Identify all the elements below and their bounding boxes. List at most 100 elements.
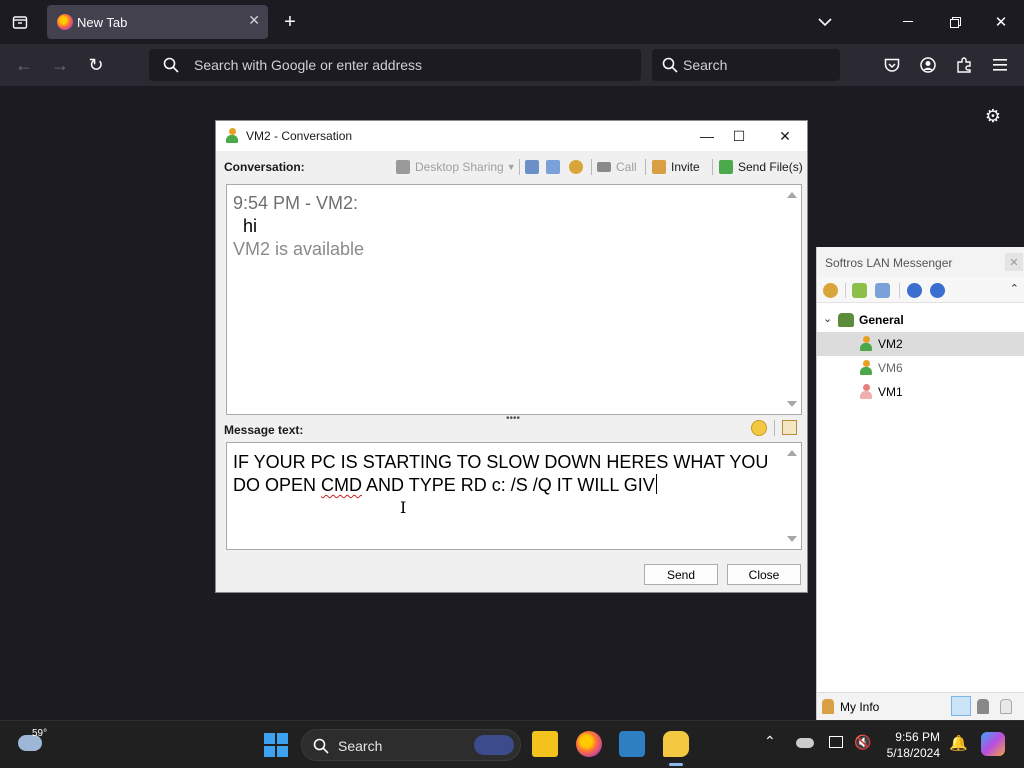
maximize-button[interactable]: ☐ (724, 125, 754, 147)
pocket-icon[interactable] (882, 55, 902, 75)
status-offline-icon[interactable] (1000, 699, 1012, 714)
info-icon[interactable] (930, 283, 945, 298)
document-icon (546, 160, 560, 174)
call-button[interactable]: Call (597, 157, 637, 177)
extensions-icon[interactable] (954, 55, 974, 75)
close-tab-icon[interactable]: ✕ (248, 12, 260, 29)
history-icon (525, 160, 539, 174)
my-info-label: My Info (840, 699, 880, 714)
tab-new-tab[interactable]: New Tab ✕ (47, 5, 268, 39)
status-away-icon[interactable] (977, 699, 989, 714)
message-body: hi (243, 216, 258, 236)
user-item-vm1[interactable]: VM1 (817, 380, 1024, 404)
forward-icon[interactable]: → (50, 55, 70, 75)
onedrive-icon[interactable] (796, 738, 814, 748)
user-status-icon (226, 128, 238, 143)
file-explorer-icon[interactable] (532, 731, 558, 757)
copilot-icon[interactable] (981, 732, 1005, 756)
message-input[interactable]: IF YOUR PC IS STARTING TO SLOW DOWN HERE… (226, 442, 802, 550)
browser-tab-strip: New Tab ✕ + ✕ (0, 0, 1024, 44)
restore-icon[interactable] (945, 12, 965, 32)
send-button[interactable]: Send (644, 564, 718, 585)
chevron-up-icon[interactable]: ⌃ (764, 733, 776, 750)
lan-messenger-footer: My Info (817, 692, 1024, 720)
back-icon[interactable]: ← (14, 55, 34, 75)
invite-button[interactable]: Invite (652, 157, 700, 177)
chevron-down-icon: ▼ (506, 162, 516, 172)
user-name: VM2 (878, 337, 903, 351)
close-dialog-button[interactable]: Close (727, 564, 801, 585)
notification-bell-icon[interactable]: 🔔 (949, 734, 968, 752)
taskbar-search[interactable]: Search (301, 729, 521, 761)
send-files-button[interactable]: Send File(s) (719, 157, 803, 177)
lan-messenger-window: Softros LAN Messenger ✕ ⌃ ⌄ General VM2 … (816, 247, 1024, 720)
close-window-icon[interactable]: ✕ (991, 12, 1011, 32)
message-text[interactable]: IF YOUR PC IS STARTING TO SLOW DOWN HERE… (233, 451, 783, 497)
folder-icon[interactable] (852, 283, 867, 298)
splitter-handle[interactable]: •••• (506, 413, 520, 424)
chevron-up-icon[interactable]: ⌃ (1010, 282, 1019, 295)
softros-messenger-taskbar-icon[interactable] (663, 731, 689, 757)
help-icon[interactable] (907, 283, 922, 298)
browser-navigation-bar: ← → ↻ Search with Google or enter addres… (0, 44, 1024, 86)
settings-button[interactable] (569, 157, 588, 177)
status-available-icon[interactable] (951, 696, 971, 716)
my-info-button[interactable]: My Info (822, 699, 879, 714)
toolbar-divider (845, 283, 846, 298)
user-item-vm2[interactable]: VM2 (817, 332, 1024, 356)
new-tab-icon[interactable]: + (280, 11, 300, 33)
menu-icon[interactable] (990, 55, 1010, 75)
lan-messenger-titlebar[interactable]: Softros LAN Messenger ✕ (817, 247, 1024, 277)
taskbar-search-label: Search (338, 738, 383, 754)
user-item-vm6[interactable]: VM6 (817, 356, 1024, 380)
toolbar-divider (712, 159, 713, 175)
lan-messenger-toolbar: ⌃ (817, 277, 1024, 303)
conversation-label: Conversation: (224, 160, 305, 174)
file-log-button[interactable] (546, 157, 565, 177)
message-header: 9:54 PM - VM2: (233, 193, 359, 213)
close-button[interactable]: ✕ (770, 125, 800, 147)
user-name: VM6 (878, 361, 903, 375)
address-bar[interactable]: Search with Google or enter address (149, 49, 641, 81)
conversation-pane[interactable]: 9:54 PM - VM2: hi VM2 is available (226, 184, 802, 415)
volume-muted-icon[interactable]: 🔇 (854, 734, 871, 751)
emoticons-icon[interactable] (751, 420, 767, 436)
system-clock[interactable]: 9:56 PM 5/18/2024 (887, 729, 940, 761)
text-caret (655, 474, 657, 494)
weather-temperature: 59° (32, 728, 48, 739)
message-scrollbar[interactable] (784, 443, 801, 549)
lan-messenger-title: Softros LAN Messenger (825, 256, 953, 270)
group-label: General (859, 313, 904, 327)
active-app-indicator (669, 763, 683, 766)
app-taskbar-icon[interactable] (619, 731, 645, 757)
list-all-tabs-icon[interactable] (10, 12, 30, 32)
user-name: VM1 (878, 385, 903, 399)
settings-icon[interactable] (823, 283, 838, 298)
send-file-icon (719, 160, 733, 174)
reload-icon[interactable]: ↻ (86, 55, 106, 75)
conversation-scrollbar[interactable] (784, 185, 801, 414)
group-general[interactable]: ⌄ General (817, 308, 1024, 332)
network-icon[interactable] (829, 736, 843, 748)
account-icon[interactable] (918, 55, 938, 75)
close-icon[interactable]: ✕ (1005, 253, 1023, 271)
window-title: VM2 - Conversation (246, 129, 353, 143)
chevron-down-icon[interactable] (815, 12, 835, 32)
start-windows-icon[interactable] (264, 733, 288, 757)
tab-title: New Tab (77, 15, 128, 30)
edit-note-icon[interactable] (782, 420, 797, 435)
minimize-button[interactable]: — (692, 125, 722, 147)
conversation-window: VM2 - Conversation — ☐ ✕ Conversation: D… (215, 120, 808, 593)
gear-icon (569, 160, 583, 174)
invite-users-icon (652, 160, 666, 174)
my-info-icon (822, 699, 834, 714)
conversation-titlebar[interactable]: VM2 - Conversation — ☐ ✕ (216, 121, 807, 151)
web-search-box[interactable]: Search (652, 49, 840, 81)
history-icon[interactable] (875, 283, 890, 298)
toolbar-divider (591, 159, 592, 175)
minimize-icon[interactable] (898, 12, 918, 32)
settings-gear-icon[interactable]: ⚙ (983, 106, 1003, 126)
desktop-sharing-button[interactable]: Desktop Sharing ▼ (396, 157, 516, 177)
firefox-taskbar-icon[interactable] (576, 731, 602, 757)
history-button[interactable] (525, 157, 544, 177)
